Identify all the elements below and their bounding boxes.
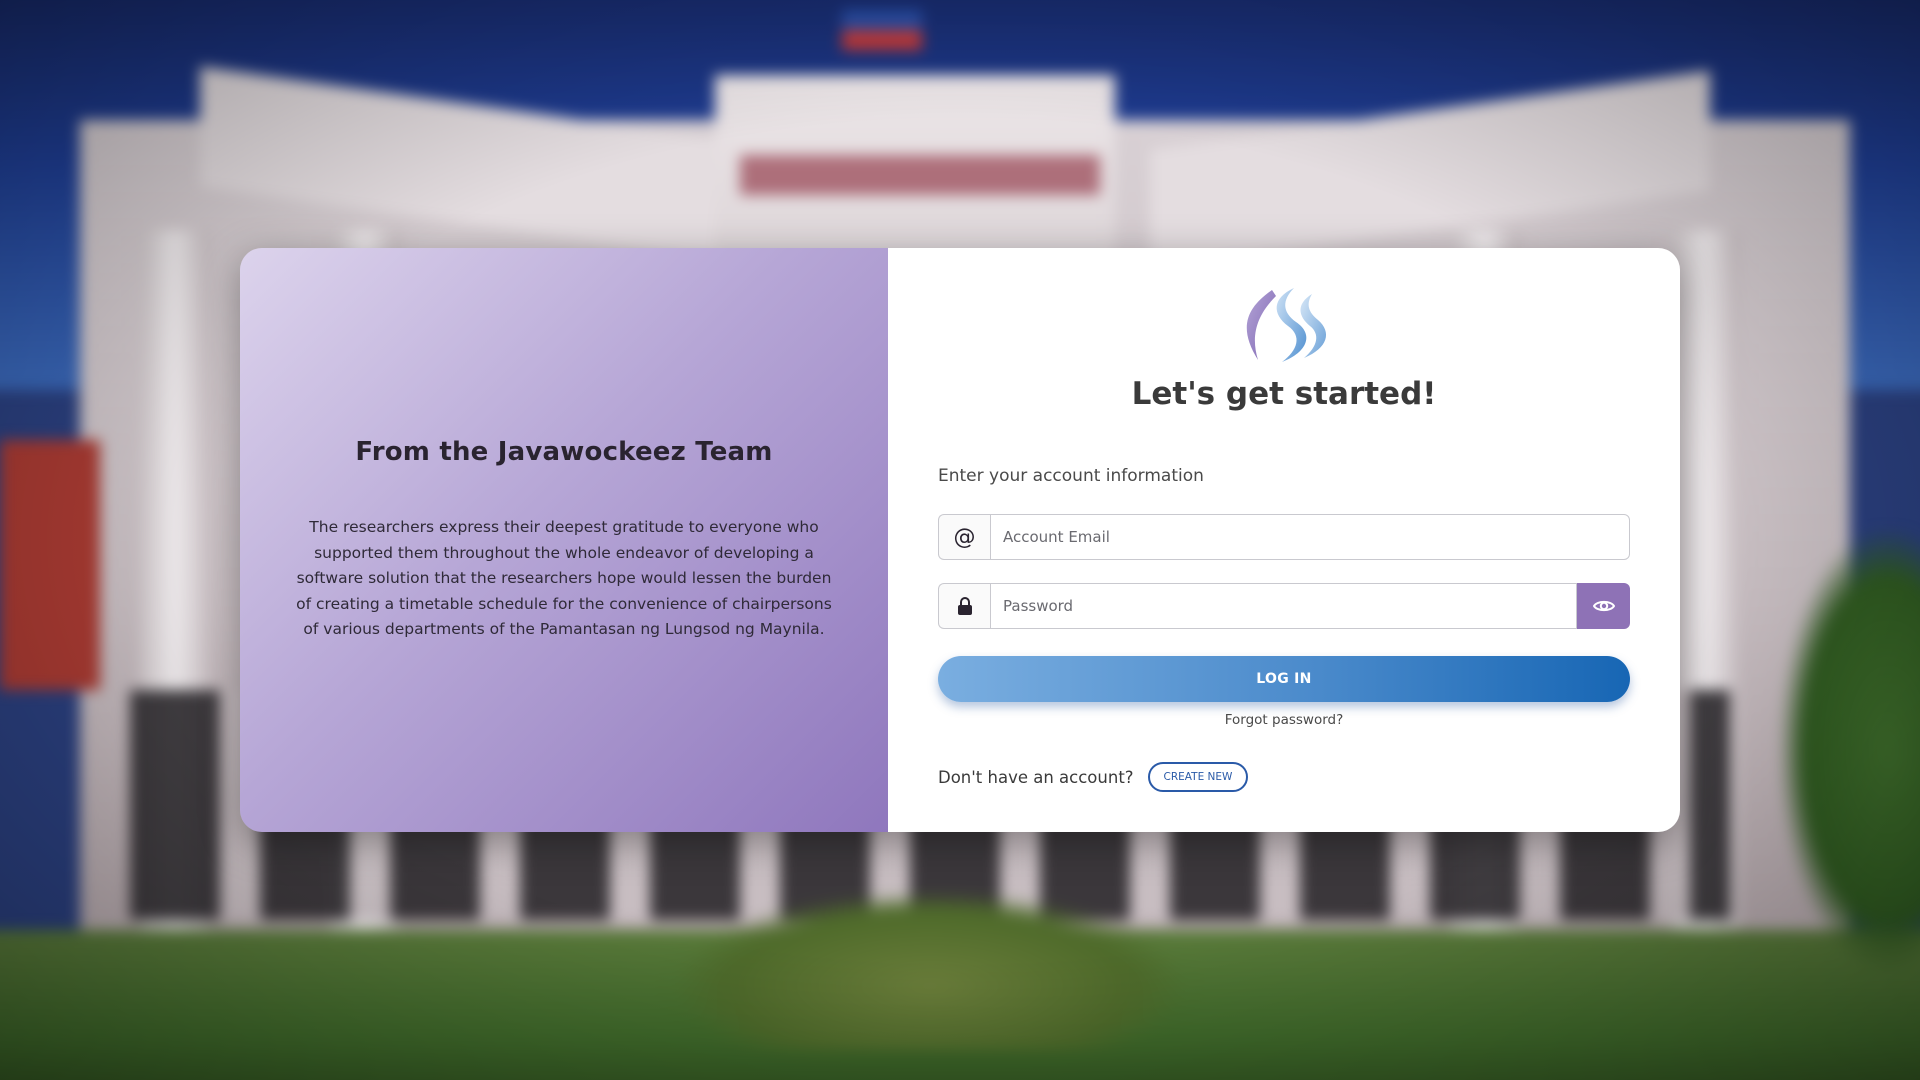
login-card: From the Javawockeez Team The researcher… bbox=[240, 248, 1680, 832]
email-field-group: @ bbox=[938, 514, 1630, 560]
welcome-title: From the Javawockeez Team bbox=[355, 437, 773, 468]
signup-row: Don't have an account? CREATE NEW bbox=[938, 762, 1249, 792]
login-heading: Let's get started! bbox=[1131, 376, 1437, 412]
login-button[interactable]: LOG IN bbox=[938, 656, 1630, 702]
password-field-group bbox=[938, 583, 1630, 629]
app-logo-icon bbox=[1246, 288, 1327, 362]
eye-icon bbox=[1592, 600, 1615, 612]
login-subheading: Enter your account information bbox=[938, 466, 1204, 486]
welcome-message: The researchers express their deepest gr… bbox=[296, 518, 832, 639]
welcome-panel: From the Javawockeez Team The researcher… bbox=[240, 248, 888, 832]
no-account-label: Don't have an account? bbox=[938, 767, 1134, 787]
password-input[interactable] bbox=[990, 583, 1577, 629]
create-account-button[interactable]: CREATE NEW bbox=[1147, 762, 1249, 792]
login-form-panel: Let's get started! Enter your account in… bbox=[888, 248, 1680, 832]
at-sign-icon: @ bbox=[938, 514, 990, 560]
email-input[interactable] bbox=[990, 514, 1630, 560]
forgot-password-link[interactable]: Forgot password? bbox=[888, 712, 1680, 728]
lock-icon bbox=[938, 583, 990, 629]
show-password-button[interactable] bbox=[1577, 583, 1630, 629]
